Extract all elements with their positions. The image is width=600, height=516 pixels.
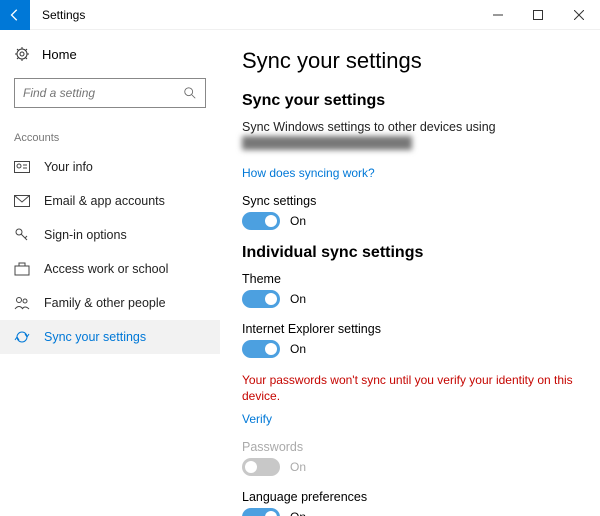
ie-label: Internet Explorer settings — [242, 322, 578, 336]
sidebar-item-sync[interactable]: Sync your settings — [0, 320, 220, 354]
key-icon — [14, 227, 30, 243]
sync-icon — [14, 329, 30, 345]
envelope-icon — [14, 193, 30, 209]
passwords-label: Passwords — [242, 440, 578, 454]
account-name-redacted — [242, 136, 412, 150]
toggle-state: On — [290, 292, 306, 306]
sidebar-item-label: Family & other people — [44, 296, 166, 310]
sidebar-item-signin[interactable]: Sign-in options — [0, 218, 220, 252]
titlebar: Settings — [0, 0, 600, 30]
sidebar: Home Accounts Your info Email & app acco… — [0, 30, 220, 516]
close-button[interactable] — [558, 0, 600, 30]
theme-label: Theme — [242, 272, 578, 286]
sidebar-item-label: Your info — [44, 160, 93, 174]
section-heading: Individual sync settings — [242, 244, 578, 262]
sync-settings-label: Sync settings — [242, 194, 578, 208]
theme-toggle[interactable] — [242, 290, 280, 308]
sidebar-item-label: Sync your settings — [44, 330, 146, 344]
back-button[interactable] — [0, 0, 30, 30]
toggle-state: On — [290, 510, 306, 516]
sidebar-item-work[interactable]: Access work or school — [0, 252, 220, 286]
sidebar-item-your-info[interactable]: Your info — [0, 150, 220, 184]
briefcase-icon — [14, 261, 30, 277]
person-card-icon — [14, 159, 30, 175]
home-nav[interactable]: Home — [0, 40, 220, 68]
sidebar-item-label: Access work or school — [44, 262, 168, 276]
toggle-state: On — [290, 342, 306, 356]
gear-icon — [14, 46, 30, 62]
toggle-state: On — [290, 214, 306, 228]
sidebar-item-label: Email & app accounts — [44, 194, 165, 208]
sidebar-item-email[interactable]: Email & app accounts — [0, 184, 220, 218]
category-label: Accounts — [0, 118, 220, 150]
people-icon — [14, 295, 30, 311]
passwords-toggle — [242, 458, 280, 476]
window-title: Settings — [30, 8, 478, 22]
sidebar-item-family[interactable]: Family & other people — [0, 286, 220, 320]
password-warning: Your passwords won't sync until you veri… — [242, 372, 578, 404]
sync-settings-toggle[interactable] — [242, 212, 280, 230]
minimize-button[interactable] — [478, 0, 518, 30]
lang-toggle[interactable] — [242, 508, 280, 516]
lang-label: Language preferences — [242, 490, 578, 504]
page-title: Sync your settings — [242, 48, 578, 74]
ie-toggle[interactable] — [242, 340, 280, 358]
search-input[interactable] — [23, 86, 183, 100]
search-input-container[interactable] — [14, 78, 206, 108]
help-link[interactable]: How does syncing work? — [242, 166, 375, 180]
section-heading: Sync your settings — [242, 92, 578, 110]
sidebar-item-label: Sign-in options — [44, 228, 127, 242]
verify-link[interactable]: Verify — [242, 412, 272, 426]
toggle-state: On — [290, 460, 306, 474]
maximize-button[interactable] — [518, 0, 558, 30]
sync-description: Sync Windows settings to other devices u… — [242, 120, 578, 134]
home-label: Home — [42, 47, 77, 62]
main-content: Sync your settings Sync your settings Sy… — [220, 30, 600, 516]
search-icon — [183, 86, 197, 100]
